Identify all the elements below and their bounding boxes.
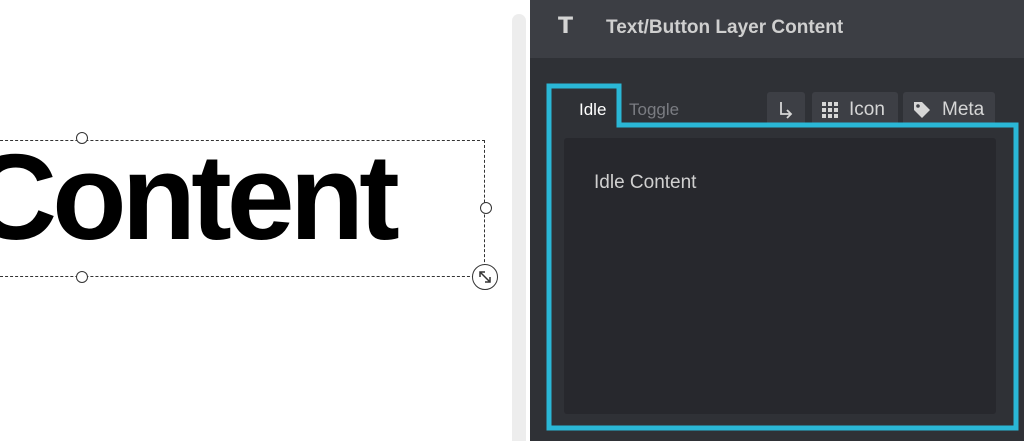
diagonal-arrows-icon (479, 271, 491, 283)
line-break-button[interactable] (767, 92, 805, 127)
selection-box[interactable] (0, 140, 485, 277)
tab-toggle[interactable]: Toggle (629, 100, 679, 120)
text-type-icon: T (558, 14, 574, 39)
panel-title: Text/Button Layer Content (606, 17, 844, 38)
layer-content-panel: T Text/Button Layer Content Idle Toggle … (530, 0, 1024, 441)
tab-idle[interactable]: Idle (579, 100, 606, 120)
tag-icon (914, 101, 930, 118)
meta-label: Meta (942, 98, 985, 120)
panel-header: T Text/Button Layer Content (530, 0, 1024, 58)
content-editor[interactable]: Idle Content (564, 138, 996, 414)
insert-icon-button[interactable]: Icon (812, 92, 898, 127)
arrow-return-icon (780, 101, 793, 119)
resize-handle-right[interactable] (480, 202, 492, 214)
canvas-scrollbar[interactable] (512, 14, 526, 441)
insert-icon-label: Icon (849, 98, 885, 120)
resize-handle-top[interactable] (76, 132, 88, 144)
editor-canvas[interactable]: Content (0, 0, 512, 441)
meta-button[interactable]: Meta (903, 92, 995, 127)
grid-icon (822, 101, 838, 118)
resize-handle-bottom[interactable] (76, 271, 88, 283)
content-text[interactable]: Idle Content (594, 172, 696, 194)
resize-corner-icon[interactable] (472, 264, 498, 290)
